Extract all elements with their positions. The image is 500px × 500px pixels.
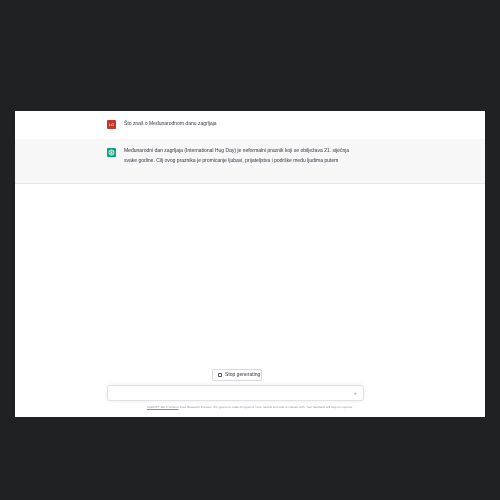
user-message-text: Što znaš o Međunarodnom danu zagrljaja <box>124 121 217 127</box>
chat-window: LG Što znaš o Međunarodnom danu zagrljaj… <box>15 111 485 417</box>
paper-plane-icon[interactable]: ➤ <box>354 391 357 396</box>
user-message: LG Što znaš o Međunarodnom danu zagrljaj… <box>15 111 485 140</box>
stop-generating-button[interactable]: Stop generating <box>212 369 262 381</box>
footer-text: . Free Research Preview. Our goal is to … <box>178 405 354 409</box>
assistant-message: Međunarodni dan zagrljaja (International… <box>15 139 485 184</box>
version-link[interactable]: ChatGPT Jan 9 Version <box>147 405 178 409</box>
user-avatar: LG <box>107 120 116 129</box>
stop-generating-label: Stop generating <box>225 372 261 378</box>
assistant-avatar <box>107 148 116 157</box>
stop-icon <box>218 373 222 377</box>
assistant-message-text: Međunarodni dan zagrljaja (International… <box>124 148 350 164</box>
openai-logo-icon <box>108 149 115 156</box>
footer-disclaimer: ChatGPT Jan 9 Version. Free Research Pre… <box>15 405 485 410</box>
message-input[interactable]: ➤ <box>107 385 364 401</box>
